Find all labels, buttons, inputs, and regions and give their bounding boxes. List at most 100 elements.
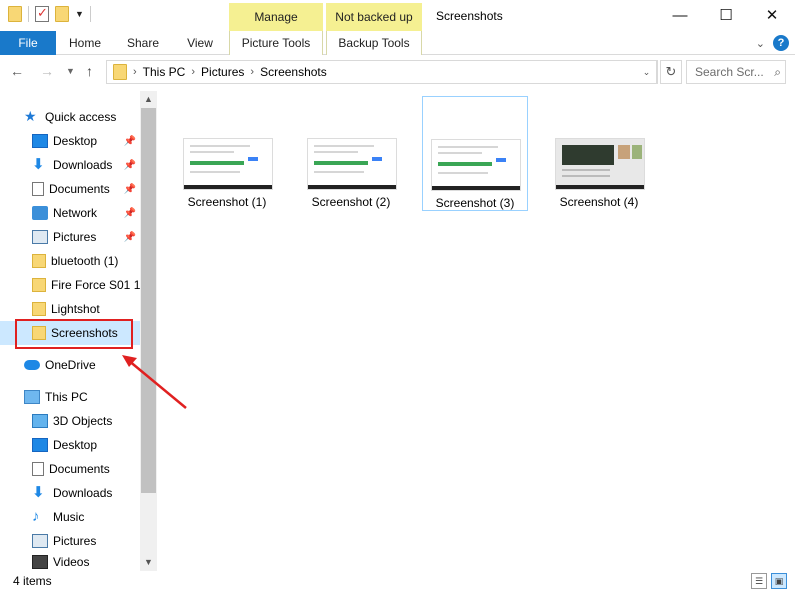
nav-item-music[interactable]: ♪ Music [0,505,140,529]
help-icon[interactable]: ? [773,35,789,51]
breadcrumb-this-pc[interactable]: This PC [143,65,186,79]
address-history-dropdown[interactable]: ⌄ [636,60,658,84]
pin-icon: 📌 [123,183,136,195]
expand-ribbon-icon[interactable]: ⌄ [756,37,765,50]
folder-icon [113,64,127,80]
file-name: Screenshot (4) [559,195,639,209]
file-item[interactable]: Screenshot (2) [299,96,405,211]
recent-locations-icon[interactable]: ▼ [66,66,75,76]
file-name: Screenshot (3) [435,196,515,210]
nav-item-label: Downloads [53,158,113,172]
nav-item-lightshot[interactable]: Lightshot [0,297,140,321]
annotation-highlight-box [15,319,133,349]
folder-icon[interactable] [8,6,22,22]
network-icon [32,206,48,220]
nav-item-this-pc[interactable]: This PC [0,385,140,409]
large-icons-view-icon[interactable]: ▣ [771,573,787,589]
title-bar: ▼ Manage Not backed up Screenshots — ☐ ✕ [0,0,795,31]
nav-item-label: Quick access [45,110,117,124]
nav-item-downloads-pc[interactable]: ⬇ Downloads [0,481,140,505]
tab-view[interactable]: View [174,31,226,55]
toolbar-divider [89,6,91,22]
pin-icon: 📌 [123,207,136,219]
close-button[interactable]: ✕ [749,0,795,31]
file-name: Screenshot (2) [311,195,391,209]
download-icon: ⬇ [32,156,45,173]
nav-item-quick-access[interactable]: ★ Quick access [0,105,140,129]
tab-home[interactable]: Home [58,31,112,55]
pin-icon: 📌 [123,135,136,147]
breadcrumb-screenshots[interactable]: Screenshots [260,65,327,79]
scroll-down-icon[interactable]: ▼ [140,554,157,571]
ribbon-tabs: File Home Share View Picture Tools Backu… [0,31,795,55]
address-bar[interactable]: › This PC › Pictures › Screenshots [106,60,657,84]
file-thumbnail [431,139,521,191]
nav-item-fire-force[interactable]: Fire Force S01 10 [0,273,140,297]
chevron-right-icon[interactable]: › [133,66,137,78]
nav-item-desktop[interactable]: Desktop 📌 [0,129,140,153]
star-icon: ★ [24,108,37,124]
search-placeholder: Search Scr... [695,65,764,79]
window-title: Screenshots [436,9,503,23]
nav-item-documents-pc[interactable]: Documents [0,457,140,481]
nav-item-label: Documents [49,182,110,196]
tab-backup-tools[interactable]: Backup Tools [326,31,422,55]
new-folder-icon[interactable] [55,6,69,22]
nav-item-bluetooth[interactable]: bluetooth (1) [0,249,140,273]
nav-item-pictures[interactable]: Pictures 📌 [0,225,140,249]
pin-icon: 📌 [123,159,136,171]
navigation-bar: ← → ▼ ↑ › This PC › Pictures › Screensho… [0,55,795,91]
file-item-selected[interactable]: Screenshot (3) [422,96,528,211]
folder-icon [32,278,46,292]
pin-icon: 📌 [123,231,136,243]
file-thumbnail [555,138,645,190]
tab-file[interactable]: File [0,31,56,55]
properties-icon[interactable] [35,5,49,22]
breadcrumb-pictures[interactable]: Pictures [201,65,244,79]
scroll-thumb[interactable] [141,108,156,493]
nav-item-label: Desktop [53,438,98,452]
download-icon: ⬇ [32,484,45,501]
scroll-up-icon[interactable]: ▲ [140,91,157,108]
nav-item-label: Videos [53,555,90,569]
item-count: 4 items [13,574,52,588]
nav-item-label: bluetooth (1) [51,254,119,268]
file-item[interactable]: Screenshot (4) [547,96,653,211]
refresh-icon[interactable]: ↻ [660,60,682,84]
up-arrow-icon[interactable]: ↑ [86,63,93,79]
details-view-icon[interactable]: ☰ [751,573,767,589]
nav-item-label: Fire Force S01 10 [51,278,140,292]
folder-icon [32,302,46,316]
document-icon [32,462,44,476]
nav-item-downloads[interactable]: ⬇ Downloads 📌 [0,153,140,177]
video-icon [32,555,48,569]
nav-item-label: Downloads [53,486,113,500]
forward-arrow-icon[interactable]: → [40,63,54,79]
chevron-right-icon[interactable]: › [191,66,195,78]
nav-item-label: Desktop [53,134,98,148]
nav-item-documents[interactable]: Documents 📌 [0,177,140,201]
file-thumbnail [307,138,397,190]
search-input[interactable]: Search Scr... ⌕ [686,60,786,84]
nav-pane-scrollbar[interactable]: ▲ ▼ [140,91,157,571]
cube-icon [32,414,48,428]
maximize-button[interactable]: ☐ [703,0,749,31]
nav-item-label: Pictures [53,230,97,244]
tab-share[interactable]: Share [114,31,172,55]
nav-item-pictures-pc[interactable]: Pictures [0,529,140,553]
pictures-icon [32,534,48,548]
file-list-view: Screenshot (1) Screenshot (2) Screenshot… [157,91,795,571]
customize-toolbar-icon[interactable]: ▼ [75,9,84,19]
nav-item-network[interactable]: Network 📌 [0,201,140,225]
nav-item-3d-objects[interactable]: 3D Objects [0,409,140,433]
computer-icon [24,390,40,404]
nav-item-label: OneDrive [45,358,96,372]
nav-item-onedrive[interactable]: OneDrive [0,353,140,377]
minimize-button[interactable]: — [657,0,703,31]
back-arrow-icon[interactable]: ← [10,63,24,79]
nav-item-videos[interactable]: Videos [0,553,140,571]
chevron-right-icon[interactable]: › [250,66,254,78]
tab-picture-tools[interactable]: Picture Tools [229,31,323,55]
nav-item-desktop-pc[interactable]: Desktop [0,433,140,457]
file-item[interactable]: Screenshot (1) [175,96,281,211]
